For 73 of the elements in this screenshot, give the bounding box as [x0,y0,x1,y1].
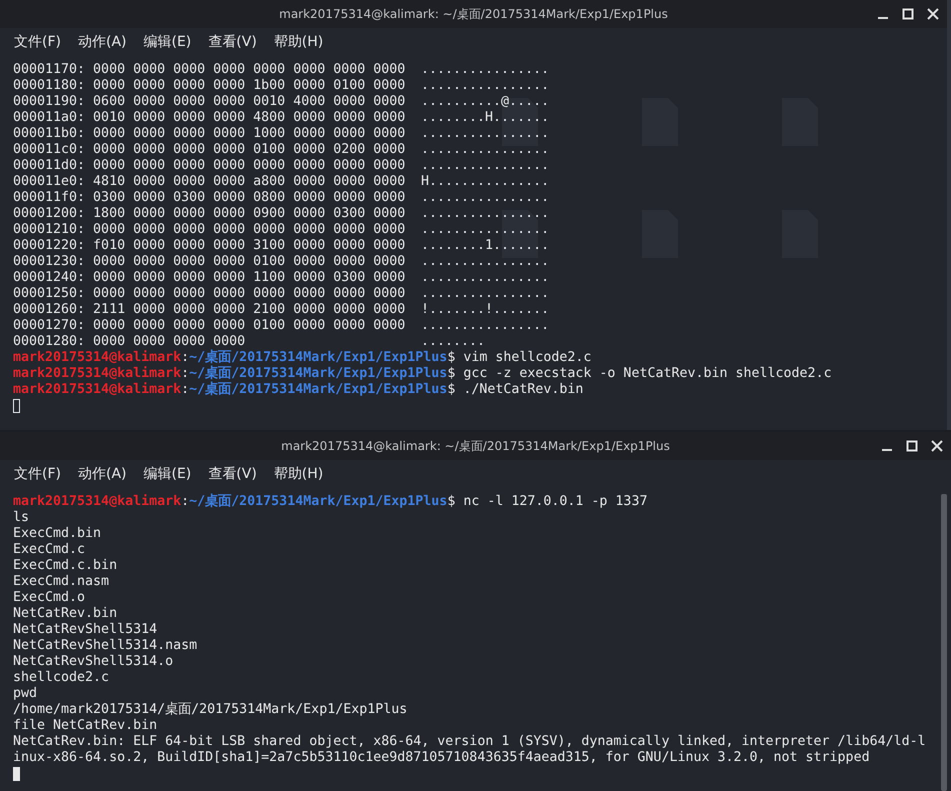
menu-item[interactable]: 文件(F) [14,465,61,483]
output-line: NetCatRevShell5314 [13,622,158,638]
menu-item[interactable]: 查看(V) [208,33,257,51]
output-line: NetCatRev.bin [13,606,118,622]
window-title: mark20175314@kalimark: ~/桌面/20175314Mark/Exp1/Exp1Plus [279,6,668,22]
ascii-text: H............... [421,174,550,190]
output-line: pwd [13,686,38,702]
output-line: NetCatRevShell5314.nasm [13,638,198,654]
ascii-text: ................ [421,270,550,286]
menu-item[interactable]: 帮助(H) [274,33,324,51]
window-title: mark20175314@kalimark: ~/桌面/20175314Mark/Exp1/Exp1Plus [281,438,670,454]
output-line: ls [13,510,30,526]
hex-line: 000011e0: 4810 0000 0000 0000 a800 0000 0000 0000 [13,174,406,190]
ascii-text: ........H....... [421,110,550,126]
output-line: NetCatRev.bin: ELF 64-bit LSB shared object, x86-64, version 1 (SYSV), dynamically linked, interpreter /lib64/ld-l [13,734,926,750]
ascii-text: ................ [421,78,550,94]
maximize-icon[interactable] [906,440,918,452]
output-line: ExecCmd.c.bin [13,558,118,574]
menu-item[interactable]: 文件(F) [14,33,61,51]
prompt-line: mark20175314@kalimark:~/桌面/20175314Mark/Exp1/Exp1Plus$ nc -l 127.0.0.1 -p 1337 [13,494,648,510]
close-icon[interactable] [931,440,943,452]
ascii-text: ................ [421,158,550,174]
output-line: /home/mark20175314/桌面/20175314Mark/Exp1/Exp1Plus [13,702,408,718]
output-line: NetCatRevShell5314.o [13,654,174,670]
hex-line: 00001240: 0000 0000 0000 0000 1100 0000 0300 0000 [13,270,406,286]
hex-line: 00001230: 0000 0000 0000 0000 0100 0000 0000 0000 [13,254,406,270]
output-line: ExecCmd.bin [13,526,102,542]
hex-line: 000011c0: 0000 0000 0000 0000 0100 0000 0200 0000 [13,142,406,158]
hex-line: 00001260: 2111 0000 0000 0000 2100 0000 0000 0000 [13,302,406,318]
prompt-line: mark20175314@kalimark:~/桌面/20175314Mark/Exp1/Exp1Plus$ vim shellcode2.c [13,350,592,366]
hex-line: 00001200: 1800 0000 0000 0000 0900 0000 0300 0000 [13,206,406,222]
hex-line: 00001170: 0000 0000 0000 0000 0000 0000 0000 0000 [13,62,406,78]
hex-line: 00001190: 0600 0000 0000 0000 0010 4000 0000 0000 [13,94,406,110]
output-line: file NetCatRev.bin [13,718,158,734]
ascii-text: ................ [421,206,550,222]
menu-item[interactable]: 动作(A) [78,33,126,51]
ascii-text: ................ [421,318,550,334]
close-icon[interactable] [927,8,939,20]
ascii-text: ........1....... [421,238,550,254]
output-line: shellcode2.c [13,670,110,686]
menu-item[interactable]: 动作(A) [78,465,126,483]
menu-item[interactable]: 编辑(E) [144,33,192,51]
ascii-text: ................ [421,254,550,270]
output-line: ExecCmd.c [13,542,86,558]
hex-line: 00001180: 0000 0000 0000 0000 1b00 0000 0100 0000 [13,78,406,94]
output-line: ExecCmd.nasm [13,574,110,590]
menu-item[interactable]: 帮助(H) [274,465,324,483]
prompt-line: mark20175314@kalimark:~/桌面/20175314Mark/Exp1/Exp1Plus$ ./NetCatRev.bin [13,382,584,398]
hex-line: 000011d0: 0000 0000 0000 0000 0000 0000 0000 0000 [13,158,406,174]
hex-line: 000011f0: 0300 0000 0300 0000 0800 0000 0000 0000 [13,190,406,206]
hex-line: 00001250: 0000 0000 0000 0000 0000 0000 0000 0000 [13,286,406,302]
ascii-text: ................ [421,62,550,78]
ascii-text: ........ [421,334,486,350]
output-line: ExecCmd.o [13,590,86,606]
ascii-text: ..........@..... [421,94,550,110]
menu-item[interactable]: 编辑(E) [144,465,192,483]
hex-line: 00001270: 0000 0000 0000 0000 0100 0000 0000 0000 [13,318,406,334]
menu-item[interactable]: 查看(V) [208,465,257,483]
ascii-text: ................ [421,190,550,206]
ascii-text: ................ [421,126,550,142]
ascii-text: !.......!....... [421,302,550,318]
scrollbar[interactable] [941,494,947,791]
ascii-text: ................ [421,142,550,158]
output-line: inux-x86-64.so.2, BuildID[sha1]=2a7c5b53110c1ee9d87105710843635f4aead315, for GNU/Linux 3.2.0, not stripped [13,750,870,766]
ascii-text: ................ [421,222,550,238]
hex-line: 00001220: f010 0000 0000 0000 3100 0000 0000 0000 [13,238,406,254]
prompt-line: mark20175314@kalimark:~/桌面/20175314Mark/Exp1/Exp1Plus$ gcc -z execstack -o NetCatRev.bin shellcode2.c [13,366,832,382]
ascii-text: ................ [421,286,550,302]
hex-line: 00001210: 0000 0000 0000 0000 0000 0000 0000 0000 [13,222,406,238]
maximize-icon[interactable] [902,8,914,20]
hex-line: 00001280: 0000 0000 0000 0000 [13,334,246,350]
hex-line: 000011b0: 0000 0000 0000 0000 1000 0000 0000 0000 [13,126,406,142]
hex-line: 000011a0: 0010 0000 0000 0000 4800 0000 0000 0000 [13,110,406,126]
